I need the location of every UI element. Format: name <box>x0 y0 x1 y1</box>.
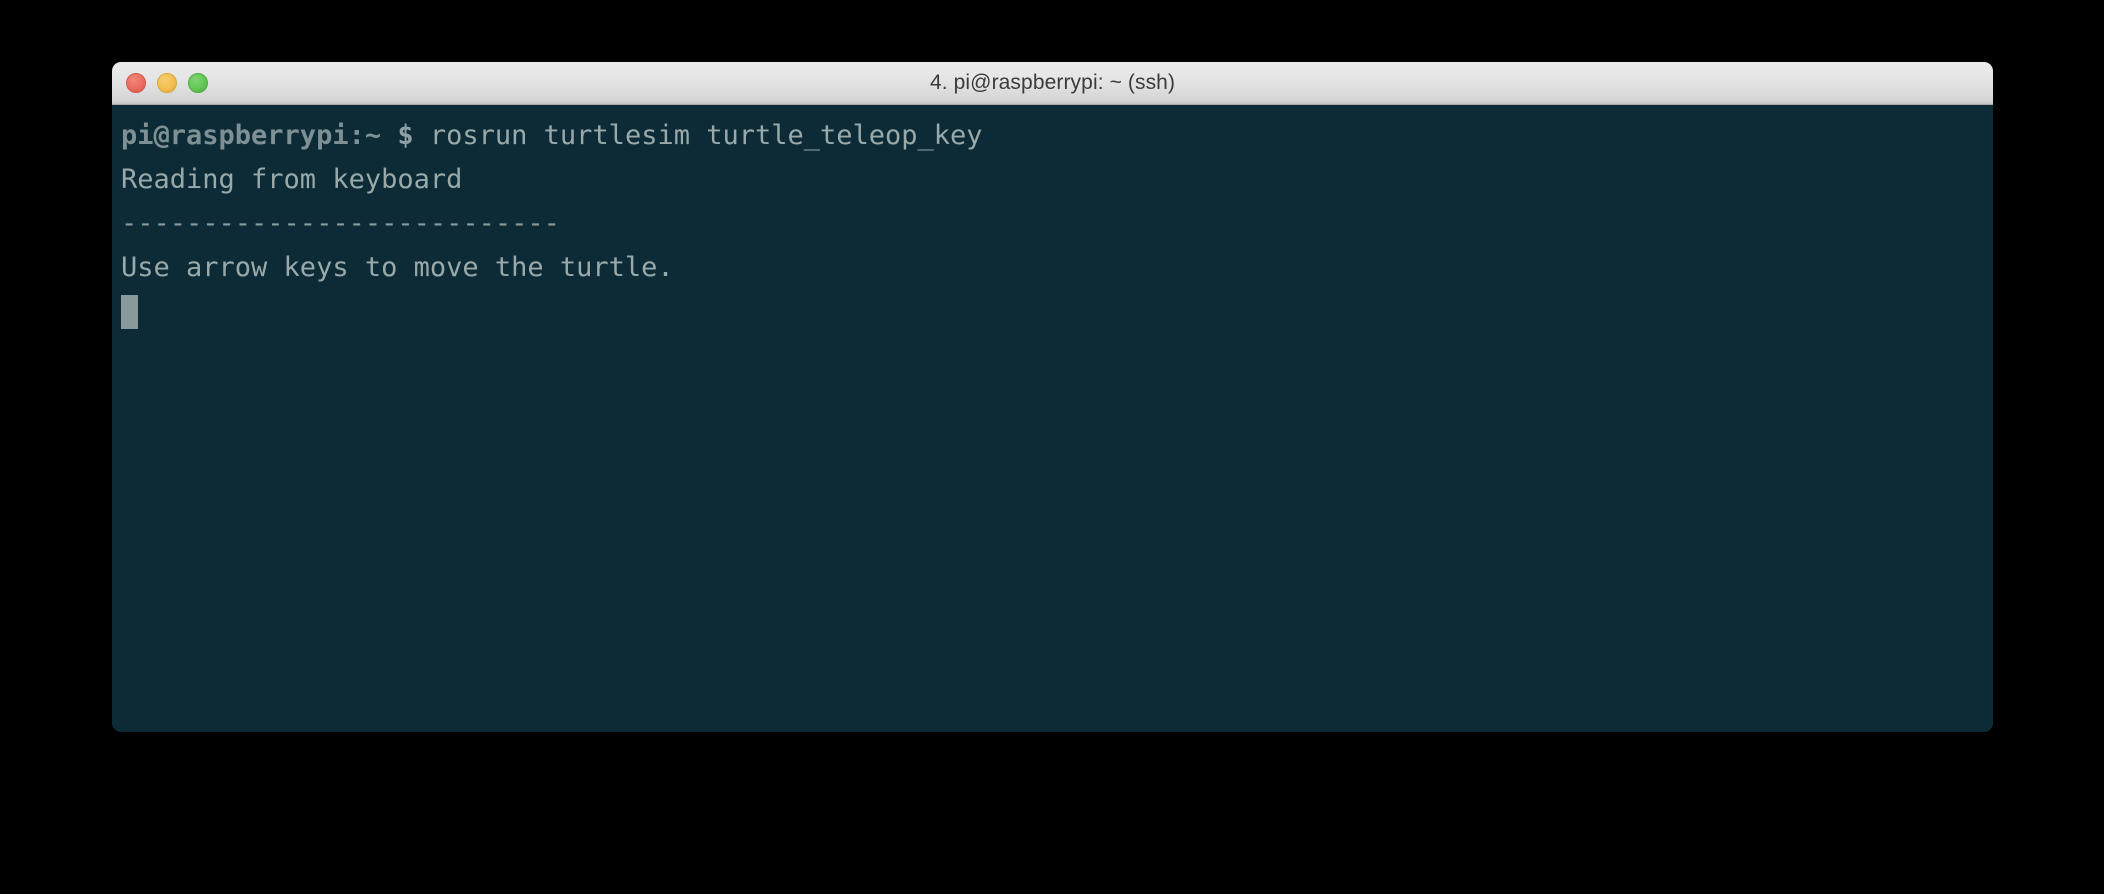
window-title: 4. pi@raspberrypi: ~ (ssh) <box>929 71 1176 94</box>
desktop-background: 4. pi@raspberrypi: ~ (ssh) pi@raspberryp… <box>0 0 2104 894</box>
zoom-button[interactable] <box>188 73 208 93</box>
window-title-bar[interactable]: 4. pi@raspberrypi: ~ (ssh) <box>112 62 1993 105</box>
minimize-button[interactable] <box>157 73 177 93</box>
terminal-output-area[interactable]: pi@raspberrypi:~ $ rosrun turtlesim turt… <box>112 105 1993 732</box>
shell-prompt-symbol: $ <box>381 120 430 151</box>
text-cursor <box>121 295 138 329</box>
shell-prompt-user-host: pi@raspberrypi:~ <box>121 120 382 151</box>
terminal-line-command: pi@raspberrypi:~ $ rosrun turtlesim turt… <box>121 114 1993 158</box>
terminal-line-output: Use arrow keys to move the turtle. <box>121 252 674 283</box>
terminal-line-separator: --------------------------- <box>121 208 560 239</box>
shell-command-text: rosrun turtlesim turtle_teleop_key <box>429 120 983 151</box>
close-button[interactable] <box>126 73 146 93</box>
window-controls <box>126 62 208 104</box>
terminal-cursor-line <box>121 290 1993 334</box>
terminal-window[interactable]: 4. pi@raspberrypi: ~ (ssh) pi@raspberryp… <box>112 62 1993 732</box>
terminal-line-output: Reading from keyboard <box>121 164 463 195</box>
